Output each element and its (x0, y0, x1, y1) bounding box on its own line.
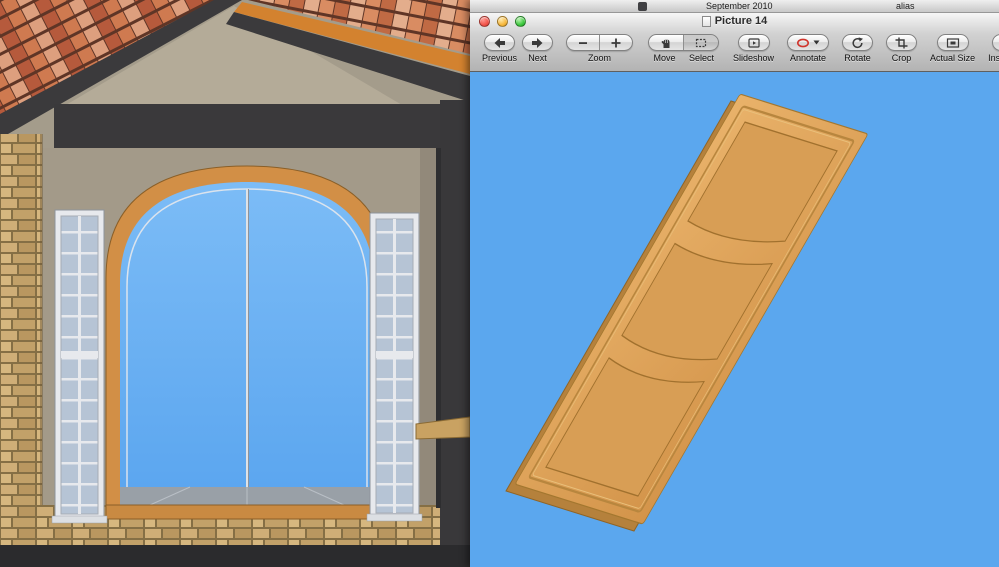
annotate-button[interactable] (787, 34, 830, 51)
next-label: Next (528, 53, 547, 63)
inspector-tool: i Inspector (988, 34, 999, 63)
base-band (0, 545, 470, 567)
toolbar: Previous Next Zoom Move Select Slideshow… (470, 31, 999, 71)
rotate-button[interactable] (842, 34, 874, 51)
door-sill (105, 504, 389, 520)
previous-icon (494, 37, 505, 48)
slideshow-icon (747, 37, 760, 48)
crop-button[interactable] (886, 34, 918, 51)
actual-size-label: Actual Size (930, 53, 976, 63)
crop-tool: Crop (886, 34, 918, 63)
slideshow-button[interactable] (737, 34, 770, 51)
move-button[interactable] (649, 35, 683, 50)
annotate-label: Annotate (790, 53, 827, 63)
screen: September 2010 alias Picture 14 Previous… (0, 0, 999, 567)
inspector-button[interactable]: i (991, 34, 999, 51)
window-chrome: Picture 14 Previous Next Zoom Move Selec… (470, 13, 999, 72)
selection-rect-icon (695, 38, 706, 47)
zoom-tool: Zoom (566, 34, 634, 63)
document-icon (701, 15, 711, 27)
next-icon (532, 37, 543, 48)
stone-pilaster (0, 134, 42, 545)
annotate-oval-icon (797, 38, 810, 47)
previous-label: Previous (482, 53, 518, 63)
sketchup-viewport[interactable] (0, 0, 470, 567)
slideshow-label: Slideshow (733, 53, 775, 63)
crop-icon (895, 37, 908, 48)
select-label: Select (689, 53, 715, 63)
actual-size-button[interactable] (936, 34, 969, 51)
preview-canvas[interactable] (470, 72, 999, 567)
previous-button[interactable] (484, 34, 515, 51)
move-select-tools: Move Select (646, 34, 720, 63)
arched-doorway (105, 165, 389, 520)
move-label: Move (653, 53, 676, 63)
zoom-out-icon (579, 41, 588, 44)
title-bar[interactable]: Picture 14 (470, 13, 999, 31)
left-sidelight (51, 209, 108, 524)
menubar-date[interactable]: September 2010 (706, 1, 773, 11)
menu-bar: September 2010 alias (470, 0, 999, 13)
menubar-icon (638, 2, 647, 11)
crop-label: Crop (891, 53, 912, 63)
center-mullion (246, 189, 248, 487)
door-face-group (515, 93, 868, 525)
rotate-tool: Rotate (842, 34, 874, 63)
inspector-label: Inspector (988, 53, 999, 63)
gable-beam (54, 104, 470, 148)
next-button[interactable] (522, 34, 554, 51)
zoom-control (566, 34, 634, 51)
annotate-tool: Annotate (787, 34, 830, 63)
right-sidelight (366, 212, 423, 522)
actual-size-tool: Actual Size (930, 34, 975, 63)
zoom-in-icon (611, 38, 621, 47)
select-button[interactable] (683, 35, 718, 50)
move-select-control (647, 34, 719, 51)
menubar-alias: alias (896, 1, 915, 11)
section-cut-column (440, 100, 470, 567)
door-render (505, 93, 868, 532)
zoom-out-button[interactable] (567, 35, 599, 50)
zoom-label: Zoom (588, 53, 612, 63)
house-scene (0, 0, 470, 567)
zoom-in-button[interactable] (600, 35, 632, 50)
preview-window: September 2010 alias Picture 14 Previous… (470, 0, 999, 567)
hand-icon (661, 39, 670, 48)
nav-tools: Previous Next (482, 34, 554, 63)
slideshow-tool: Slideshow (733, 34, 774, 63)
window-title: Picture 14 (714, 15, 768, 27)
actual-size-icon (946, 37, 959, 48)
rotate-label: Rotate (844, 53, 871, 63)
rotate-icon (852, 36, 864, 48)
window-title-wrap: Picture 14 (470, 15, 999, 27)
dropdown-caret-icon (813, 40, 820, 45)
